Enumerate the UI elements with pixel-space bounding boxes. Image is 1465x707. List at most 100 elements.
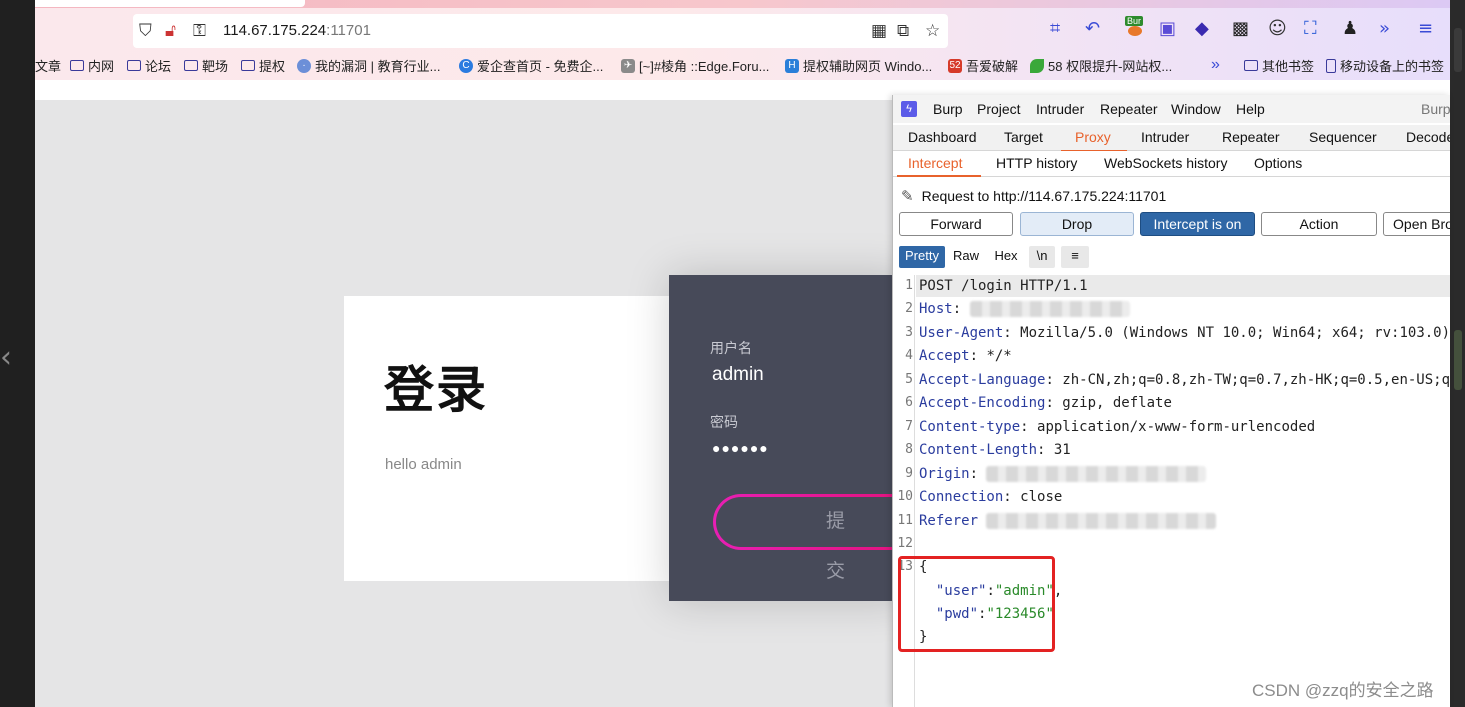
header-user-agent[interactable]: User-Agent: Mozilla/5.0 (Windows NT 10.0…: [919, 325, 1450, 341]
greeting-text: hello admin: [385, 456, 462, 473]
line-number: 4: [905, 348, 913, 363]
header-origin[interactable]: Origin:: [919, 466, 1207, 482]
scrollbar-thumb[interactable]: [1454, 28, 1462, 72]
folder-icon: [184, 60, 198, 71]
page-title: 登录: [384, 362, 488, 418]
aiqicha-icon: C: [459, 58, 473, 73]
overflow-icon[interactable]: »: [1379, 18, 1390, 39]
folder-icon: [1244, 60, 1258, 71]
hex-view-tab[interactable]: Hex: [987, 246, 1025, 268]
username-field[interactable]: admin: [712, 364, 764, 386]
tab-target[interactable]: Target: [1004, 129, 1043, 145]
52pojie-icon: 52: [948, 58, 962, 73]
browser-toolbar: ⛉ 🔓︎ ⚿ 114.67.175.224:11701 ▦ ⧉ ☆ ⌗ ↶ Bu…: [35, 0, 1450, 80]
bookmark-item[interactable]: ✈ [~]#棱角 ::Edge.Foru...: [621, 56, 769, 75]
star-bookmark-icon[interactable]: ☆: [925, 21, 940, 41]
header-host[interactable]: Host:: [919, 301, 1130, 317]
face-icon[interactable]: ☺: [1268, 18, 1287, 39]
bookmark-item[interactable]: 靶场: [184, 56, 228, 75]
extension-icon[interactable]: ▩: [1232, 18, 1249, 39]
bookmark-item[interactable]: 58 权限提升-网站权...: [1030, 56, 1172, 75]
translate-icon[interactable]: ⧉: [897, 21, 909, 41]
burp-menubar: ϟ Burp Project Intruder Repeater Window …: [893, 95, 1450, 123]
key-icon[interactable]: ⚿: [193, 21, 206, 41]
menu-project[interactable]: Project: [977, 101, 1021, 117]
password-label: 密码: [710, 414, 738, 430]
bookmark-item[interactable]: 其他书签: [1244, 56, 1314, 75]
line-number: 6: [905, 395, 913, 410]
layers-icon[interactable]: ◆: [1195, 18, 1209, 39]
line-number: 1: [905, 278, 913, 293]
folder-icon: [70, 60, 84, 71]
insecure-lock-icon[interactable]: 🔓︎: [165, 21, 176, 41]
line-number: 12: [897, 536, 913, 551]
open-browser-button[interactable]: Open Bro: [1383, 212, 1450, 236]
options-menu-icon[interactable]: ≡: [1061, 246, 1089, 268]
header-accept-encoding[interactable]: Accept-Encoding: gzip, deflate: [919, 395, 1172, 411]
forward-button[interactable]: Forward: [899, 212, 1013, 236]
raw-view-tab[interactable]: Raw: [947, 246, 985, 268]
menu-repeater[interactable]: Repeater: [1100, 101, 1158, 117]
watermark: CSDN @zzq的安全之路: [1252, 681, 1434, 700]
burp-main-tabs: Dashboard Target Proxy Intruder Repeater…: [893, 125, 1450, 152]
header-accept[interactable]: Accept: */*: [919, 348, 1012, 364]
tab-http-history[interactable]: HTTP history: [996, 155, 1077, 171]
qr-code-icon[interactable]: ▦: [871, 21, 887, 41]
tab-websockets-history[interactable]: WebSockets history: [1104, 155, 1227, 171]
menu-help[interactable]: Help: [1236, 101, 1265, 117]
header-content-length[interactable]: Content-Length: 31: [919, 442, 1071, 458]
pretty-view-tab[interactable]: Pretty: [899, 246, 945, 268]
drop-button[interactable]: Drop: [1020, 212, 1134, 236]
tab-repeater[interactable]: Repeater: [1222, 129, 1280, 145]
password-field[interactable]: ●●●●●●: [712, 440, 769, 456]
tab-dashboard[interactable]: Dashboard: [908, 129, 977, 145]
bookmark-item[interactable]: 内网: [70, 56, 114, 75]
tab-intruder[interactable]: Intruder: [1141, 129, 1189, 145]
tab-intercept[interactable]: Intercept: [908, 155, 962, 171]
bookmarks-bar: 文章 内网 论坛 靶场 提权 · 我的漏洞 | 教育行业... C 爱企查首页 - …: [35, 53, 1450, 77]
bookmark-item[interactable]: 52 吾爱破解: [948, 56, 1018, 75]
menu-icon[interactable]: ≡: [1418, 18, 1433, 39]
bookmarks-overflow-icon[interactable]: »: [1211, 56, 1220, 74]
bookmark-item[interactable]: 移动设备上的书签: [1326, 56, 1444, 75]
header-referer[interactable]: Referer: [919, 513, 1217, 529]
window-icon[interactable]: ▣: [1159, 18, 1176, 39]
burp-logo-icon: ϟ: [901, 101, 917, 117]
leaf-icon: [1030, 58, 1044, 73]
bookmark-item[interactable]: 论坛: [127, 56, 171, 75]
proxy-sub-tabs: Intercept HTTP history WebSockets histor…: [893, 151, 1450, 177]
tab-sequencer[interactable]: Sequencer: [1309, 129, 1377, 145]
pencil-icon[interactable]: ✎: [901, 187, 914, 205]
tab-options[interactable]: Options: [1254, 155, 1302, 171]
header-connection[interactable]: Connection: close: [919, 489, 1062, 505]
bookmark-item[interactable]: 提权: [241, 56, 285, 75]
intercept-toggle-button[interactable]: Intercept is on: [1140, 212, 1255, 236]
line-number: 8: [905, 442, 913, 457]
url-text[interactable]: 114.67.175.224:11701: [223, 22, 371, 39]
bookmark-item[interactable]: · 我的漏洞 | 教育行业...: [297, 56, 440, 75]
right-scrollbar[interactable]: [1450, 0, 1465, 707]
request-line[interactable]: POST /login HTTP/1.1: [919, 278, 1088, 294]
action-button[interactable]: Action: [1261, 212, 1377, 236]
burp-extension-badge[interactable]: Bur: [1125, 16, 1147, 36]
menu-window[interactable]: Window: [1171, 101, 1221, 117]
bookmark-item[interactable]: C 爱企查首页 - 免费企...: [459, 56, 603, 75]
bookmark-item[interactable]: H 提权辅助网页 Windo...: [785, 56, 932, 75]
newline-toggle-button[interactable]: \n: [1029, 246, 1055, 268]
active-tab[interactable]: [35, 0, 305, 7]
menu-burp[interactable]: Burp: [933, 101, 963, 117]
login-form-panel: [669, 275, 909, 601]
header-content-type[interactable]: Content-type: application/x-www-form-url…: [919, 419, 1315, 435]
menu-intruder[interactable]: Intruder: [1036, 101, 1084, 117]
chevron-left-icon[interactable]: ‹: [0, 340, 12, 375]
undo-icon[interactable]: ↶: [1085, 18, 1100, 39]
translate-ext-icon[interactable]: ⛶: [1304, 18, 1317, 39]
address-bar[interactable]: ⛉ 🔓︎ ⚿ 114.67.175.224:11701 ▦ ⧉ ☆: [133, 14, 948, 48]
bookmark-item[interactable]: 文章: [35, 56, 61, 75]
tab-proxy[interactable]: Proxy: [1075, 129, 1111, 145]
crop-icon[interactable]: ⌗: [1050, 18, 1060, 39]
shield-icon[interactable]: ⛉: [139, 21, 152, 41]
tab-decoder[interactable]: Decode: [1406, 129, 1450, 145]
spy-icon[interactable]: ♟: [1342, 18, 1358, 39]
header-accept-language[interactable]: Accept-Language: zh-CN,zh;q=0.8,zh-TW;q=…: [919, 372, 1450, 388]
